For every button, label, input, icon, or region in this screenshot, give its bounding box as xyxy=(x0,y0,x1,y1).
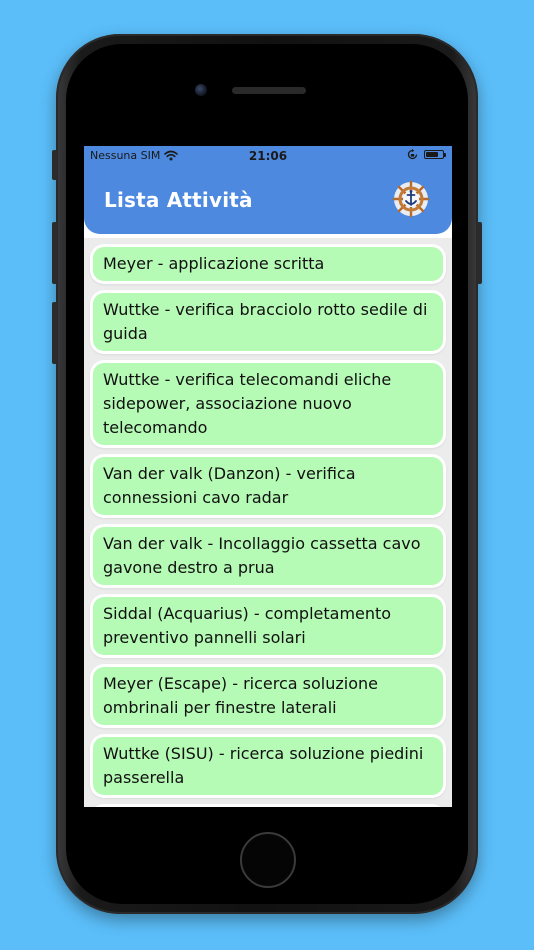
silent-switch xyxy=(52,150,57,180)
ship-wheel-anchor-icon xyxy=(392,180,430,218)
list-item-label: Meyer - applicazione scritta xyxy=(93,247,443,281)
home-button[interactable] xyxy=(240,832,296,888)
page-title: Lista Attività xyxy=(104,188,253,212)
earpiece-speaker xyxy=(232,87,306,94)
battery-icon xyxy=(424,150,446,159)
battery-level xyxy=(426,152,439,157)
list-item[interactable]: Van der valk (Danzon) - verifica conness… xyxy=(90,454,446,518)
list-item[interactable]: Wuttke - verifica telecomandi eliche sid… xyxy=(90,360,446,448)
list-item-label: Wuttke - verifica bracciolo rotto sedile… xyxy=(93,293,443,351)
list-item[interactable]: Meyer - applicazione scritta xyxy=(90,244,446,284)
list-item[interactable]: Van der valk - Incollaggio cassetta cavo… xyxy=(90,524,446,588)
list-item[interactable]: Gonzalez, sostituzione cilindro serratur… xyxy=(90,804,446,807)
list-item-label: Meyer (Escape) - ricerca soluzione ombri… xyxy=(93,667,443,725)
list-item-label: Van der valk - Incollaggio cassetta cavo… xyxy=(93,527,443,585)
volume-up-button xyxy=(52,222,57,284)
activity-list-container[interactable]: Meyer - applicazione scritta Wuttke - ver… xyxy=(84,238,452,807)
list-item[interactable]: Siddal (Acquarius) - completamento preve… xyxy=(90,594,446,658)
list-item[interactable]: Wuttke (SISU) - ricerca soluzione piedin… xyxy=(90,734,446,798)
list-item-label: Siddal (Acquarius) - completamento preve… xyxy=(93,597,443,655)
rotation-lock-icon xyxy=(407,149,418,160)
list-item[interactable]: Wuttke - verifica bracciolo rotto sedile… xyxy=(90,290,446,354)
activity-list: Meyer - applicazione scritta Wuttke - ver… xyxy=(90,244,446,807)
front-camera xyxy=(195,84,207,96)
status-bar: Nessuna SIM 21:06 xyxy=(84,146,452,166)
list-item-label: Wuttke - verifica telecomandi eliche sid… xyxy=(93,363,443,445)
app-screen: Lista Attività Nessuna SIM 21:06 Meyer -… xyxy=(84,146,452,807)
status-right xyxy=(407,149,446,160)
background: Lista Attività Nessuna SIM 21:06 Meyer -… xyxy=(0,0,534,950)
clock: 21:06 xyxy=(248,149,288,163)
app-logo[interactable] xyxy=(392,180,430,218)
volume-down-button xyxy=(52,302,57,364)
list-item-label: Wuttke (SISU) - ricerca soluzione piedin… xyxy=(93,737,443,795)
power-button xyxy=(477,222,482,284)
list-item[interactable]: Meyer (Escape) - ricerca soluzione ombri… xyxy=(90,664,446,728)
list-item-label: Van der valk (Danzon) - verifica conness… xyxy=(93,457,443,515)
